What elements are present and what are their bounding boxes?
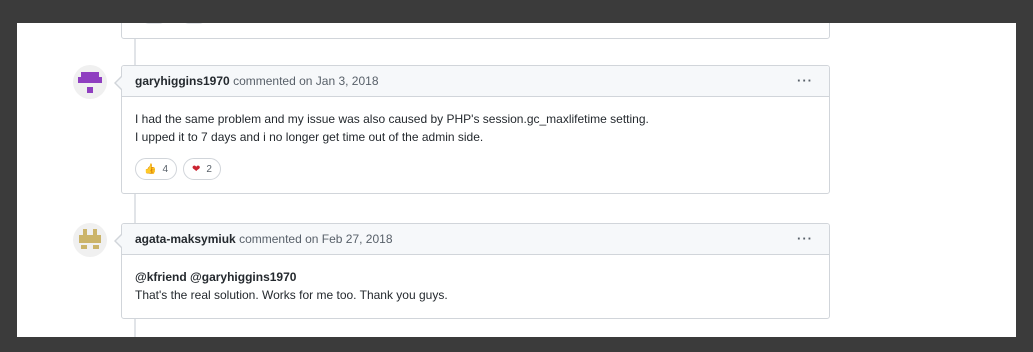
comment-header: agata-maksymiuk commented on Feb 27, 201… <box>122 224 829 255</box>
reactions-bar: 👍 4 ❤ 2 <box>122 146 829 193</box>
user-mentions[interactable]: @kfriend @garyhiggins1970 <box>135 268 816 286</box>
reaction-thumbs-up-button[interactable]: 👍 4 <box>135 158 178 180</box>
comment-menu-button[interactable]: ··· <box>797 224 813 254</box>
reaction-stub <box>142 23 166 24</box>
thumbs-up-icon: 👍 <box>144 163 157 175</box>
comment-text-line: I had the same problem and my issue was … <box>135 112 649 126</box>
comment-header: garyhiggins1970 commented on Jan 3, 2018… <box>122 66 829 97</box>
avatar-garyhiggins1970[interactable] <box>73 65 107 99</box>
comment-timestamp[interactable]: commented on Feb 27, 2018 <box>239 232 392 246</box>
reaction-count: 2 <box>206 163 212 175</box>
reaction-count: 4 <box>162 163 169 175</box>
comment-text-line: That's the real solution. Works for me t… <box>135 288 448 302</box>
heart-icon: ❤ <box>192 163 201 175</box>
comment-author[interactable]: garyhiggins1970 <box>135 74 230 88</box>
comment-text-line: I upped it to 7 days and i no longer get… <box>135 130 484 144</box>
reaction-heart-button[interactable]: ❤ 2 <box>183 158 221 180</box>
comment-agata-maksymiuk: agata-maksymiuk commented on Feb 27, 201… <box>114 223 830 319</box>
reaction-stub <box>182 23 206 24</box>
comment-author[interactable]: agata-maksymiuk <box>135 232 236 246</box>
comment-menu-button[interactable]: ··· <box>797 66 813 96</box>
comment-garyhiggins1970: garyhiggins1970 commented on Jan 3, 2018… <box>114 65 830 194</box>
identicon-icon <box>73 65 107 99</box>
identicon-icon <box>73 223 107 257</box>
comment-body: I had the same problem and my issue was … <box>122 97 829 146</box>
issue-timeline: garyhiggins1970 commented on Jan 3, 2018… <box>17 23 1016 337</box>
comment-timestamp[interactable]: commented on Jan 3, 2018 <box>233 74 378 88</box>
avatar-agata-maksymiuk[interactable] <box>73 223 107 257</box>
previous-comment-footer <box>121 23 830 39</box>
comment-body: @kfriend @garyhiggins1970 That's the rea… <box>122 255 829 318</box>
